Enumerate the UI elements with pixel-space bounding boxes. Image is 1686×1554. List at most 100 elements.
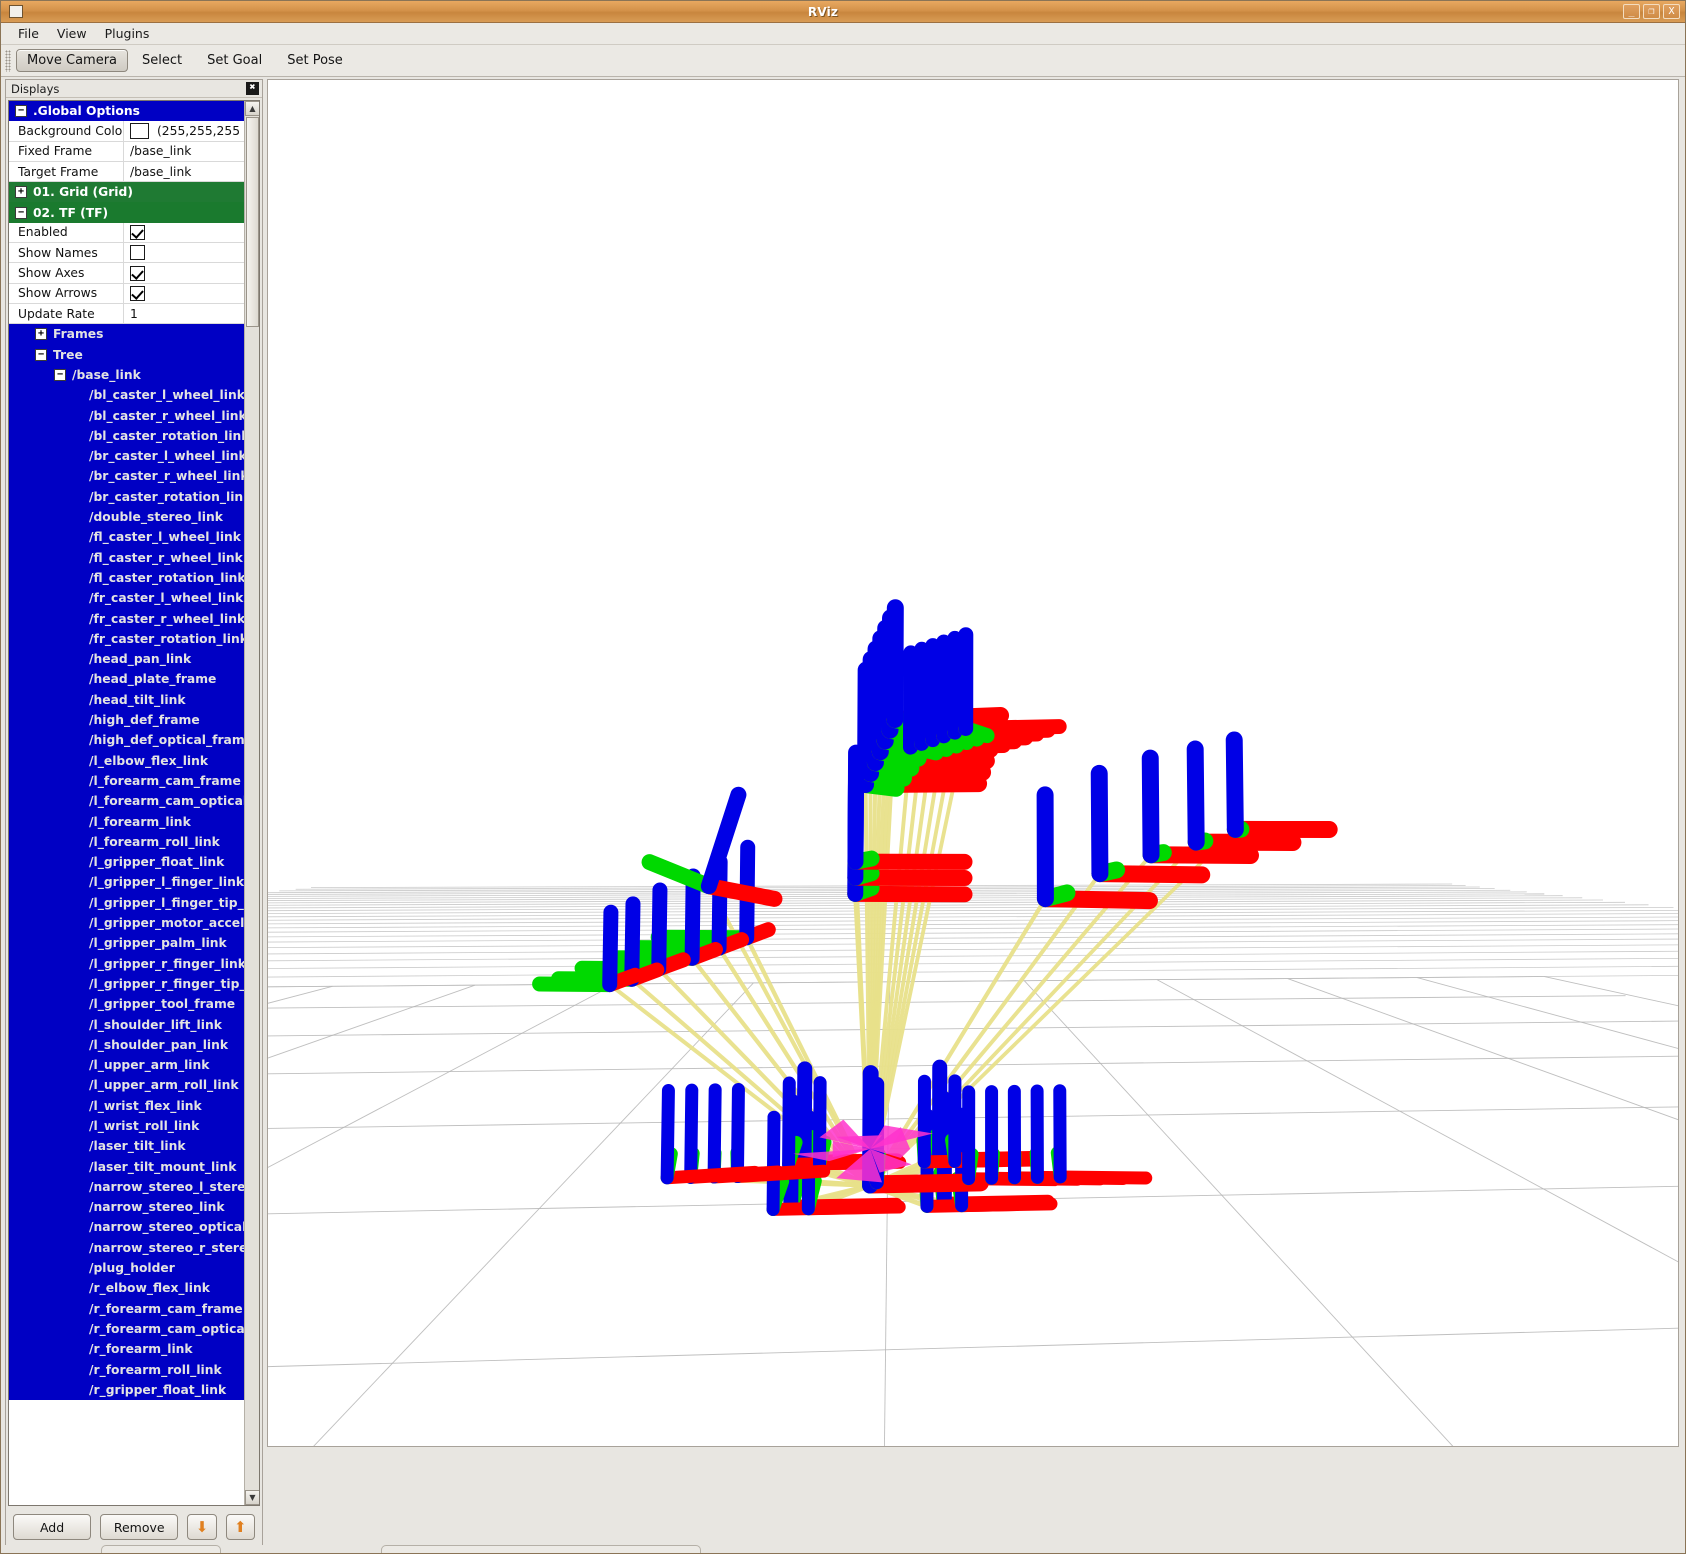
menu-view[interactable]: View <box>48 24 96 43</box>
tf-frame-item[interactable]: /l_forearm_cam_optical_ <box>9 791 244 811</box>
move-up-button[interactable]: ⬆ <box>226 1514 255 1540</box>
tf-frame-item[interactable]: /l_gripper_l_finger_link <box>9 872 244 892</box>
tf-frame-item[interactable]: /l_forearm_link <box>9 811 244 831</box>
property-target-frame[interactable]: Target Frame /base_link <box>9 162 244 182</box>
close-button[interactable]: X <box>1663 4 1680 19</box>
tf-tree-node[interactable]: − Tree <box>9 345 244 365</box>
tf-frame-item[interactable]: /narrow_stereo_l_stereo <box>9 1177 244 1197</box>
tf-frame-item[interactable]: /l_shoulder_pan_link <box>9 1035 244 1055</box>
tf-frame-item[interactable]: /fl_caster_r_wheel_link <box>9 548 244 568</box>
tf-frame-item[interactable]: /l_gripper_r_finger_tip_li <box>9 974 244 994</box>
tf-frame-item[interactable]: /l_gripper_float_link <box>9 852 244 872</box>
minimize-button[interactable]: _ <box>1623 4 1640 19</box>
tf-frame-item[interactable]: /l_gripper_motor_accele <box>9 913 244 933</box>
tf-frame-item[interactable]: /narrow_stereo_r_stereo <box>9 1238 244 1258</box>
close-icon[interactable]: ✖ <box>246 82 259 95</box>
tf-frame-item[interactable]: /plug_holder <box>9 1258 244 1278</box>
property-tree-scrollbar[interactable]: ▲ ▼ <box>244 101 259 1505</box>
tf-frame-item[interactable]: /fl_caster_rotation_link <box>9 568 244 588</box>
tf-frame-item[interactable]: /l_shoulder_lift_link <box>9 1014 244 1034</box>
tf-frame-item[interactable]: /bl_caster_l_wheel_link <box>9 385 244 405</box>
move-down-button[interactable]: ⬇ <box>187 1514 216 1540</box>
property-value[interactable]: (255,255,255 <box>124 121 244 141</box>
checkbox-icon[interactable] <box>130 266 145 281</box>
tf-frame-item[interactable]: /l_upper_arm_link <box>9 1055 244 1075</box>
scroll-up-icon[interactable]: ▲ <box>245 101 260 116</box>
tf-frame-item[interactable]: /br_caster_l_wheel_link <box>9 446 244 466</box>
tf-frame-item[interactable]: /l_elbow_flex_link <box>9 751 244 771</box>
checkbox-icon[interactable] <box>130 245 145 260</box>
tf-frame-item[interactable]: /bl_caster_r_wheel_link <box>9 405 244 425</box>
tf-frame-item[interactable]: /r_forearm_cam_frame <box>9 1299 244 1319</box>
tf-frame-item[interactable]: /bl_caster_rotation_link <box>9 426 244 446</box>
tf-frame-item[interactable]: /r_gripper_float_link <box>9 1380 244 1400</box>
tf-frame-item[interactable]: /narrow_stereo_optical_ <box>9 1217 244 1237</box>
expander-icon[interactable]: − <box>54 369 66 381</box>
expander-icon[interactable]: + <box>15 186 27 198</box>
tool-set-goal[interactable]: Set Goal <box>196 49 273 72</box>
property-value[interactable] <box>124 263 244 283</box>
category-global-options[interactable]: − .Global Options <box>9 101 244 121</box>
tf-frame-item[interactable]: /l_forearm_cam_frame <box>9 771 244 791</box>
render-view-3d[interactable] <box>267 79 1679 1447</box>
add-display-button[interactable]: Add <box>13 1514 91 1540</box>
expander-icon[interactable]: − <box>35 349 47 361</box>
tf-frame-item[interactable]: /l_upper_arm_roll_link <box>9 1075 244 1095</box>
tool-move-camera[interactable]: Move Camera <box>16 49 128 72</box>
scroll-down-icon[interactable]: ▼ <box>245 1490 260 1505</box>
window-icon[interactable] <box>9 5 23 18</box>
expander-icon[interactable]: − <box>15 105 27 117</box>
tf-frame-item[interactable]: /l_forearm_roll_link <box>9 832 244 852</box>
property-value[interactable] <box>124 223 244 243</box>
tf-frame-item[interactable]: /laser_tilt_link <box>9 1136 244 1156</box>
property-tf-show-arrows[interactable]: Show Arrows <box>9 284 244 304</box>
menu-plugins[interactable]: Plugins <box>96 24 159 43</box>
toolbar-grip[interactable] <box>5 50 11 72</box>
tf-frame-item[interactable]: /r_forearm_roll_link <box>9 1359 244 1379</box>
tf-frame-item[interactable]: /fr_caster_rotation_link <box>9 629 244 649</box>
property-tf-update-rate[interactable]: Update Rate 1 <box>9 304 244 324</box>
expander-icon[interactable]: + <box>35 328 47 340</box>
tool-select[interactable]: Select <box>131 49 193 72</box>
property-value[interactable]: /base_link <box>124 162 244 182</box>
tf-frame-item[interactable]: /narrow_stereo_link <box>9 1197 244 1217</box>
property-value[interactable]: /base_link <box>124 142 244 162</box>
dock-tab-left[interactable] <box>101 1545 221 1554</box>
remove-display-button[interactable]: Remove <box>100 1514 178 1540</box>
tf-frame-item[interactable]: /laser_tilt_mount_link <box>9 1156 244 1176</box>
tf-frames-node[interactable]: + Frames <box>9 324 244 344</box>
tf-frame-item[interactable]: /l_wrist_roll_link <box>9 1116 244 1136</box>
menu-file[interactable]: File <box>9 24 48 43</box>
checkbox-icon[interactable] <box>130 286 145 301</box>
property-value[interactable]: 1 <box>124 304 244 324</box>
tf-frame-item[interactable]: /l_gripper_tool_frame <box>9 994 244 1014</box>
tf-frame-item[interactable]: /r_forearm_link <box>9 1339 244 1359</box>
checkbox-icon[interactable] <box>130 225 145 240</box>
tf-frame-item[interactable]: /head_plate_frame <box>9 669 244 689</box>
tree-root-base-link[interactable]: − /base_link <box>9 365 244 385</box>
tf-frame-item[interactable]: /l_gripper_palm_link <box>9 933 244 953</box>
scrollbar-thumb[interactable] <box>246 117 259 327</box>
property-value[interactable] <box>124 284 244 304</box>
tf-frame-item[interactable]: /l_wrist_flex_link <box>9 1096 244 1116</box>
tf-frame-item[interactable]: /head_tilt_link <box>9 690 244 710</box>
expander-icon[interactable]: − <box>15 207 27 219</box>
property-tf-show-names[interactable]: Show Names <box>9 243 244 263</box>
tf-frame-item[interactable]: /fl_caster_l_wheel_link <box>9 527 244 547</box>
tf-frame-item[interactable]: /fr_caster_r_wheel_link <box>9 608 244 628</box>
tf-frame-item[interactable]: /double_stereo_link <box>9 507 244 527</box>
property-fixed-frame[interactable]: Fixed Frame /base_link <box>9 142 244 162</box>
maximize-button[interactable]: ❐ <box>1643 4 1660 19</box>
property-value[interactable] <box>124 243 244 263</box>
tf-frame-item[interactable]: /fr_caster_l_wheel_link <box>9 588 244 608</box>
color-swatch-icon[interactable] <box>130 123 149 139</box>
tf-frame-item[interactable]: /high_def_frame <box>9 710 244 730</box>
property-tf-enabled[interactable]: Enabled <box>9 223 244 243</box>
property-tf-show-axes[interactable]: Show Axes <box>9 263 244 283</box>
tf-frame-item[interactable]: /br_caster_r_wheel_link <box>9 466 244 486</box>
tf-frame-item[interactable]: /br_caster_rotation_link <box>9 487 244 507</box>
tf-frame-item[interactable]: /head_pan_link <box>9 649 244 669</box>
display-tf[interactable]: − 02. TF (TF) <box>9 202 244 222</box>
tf-frame-item[interactable]: /r_elbow_flex_link <box>9 1278 244 1298</box>
tf-frame-item[interactable]: /l_gripper_l_finger_tip_li <box>9 893 244 913</box>
